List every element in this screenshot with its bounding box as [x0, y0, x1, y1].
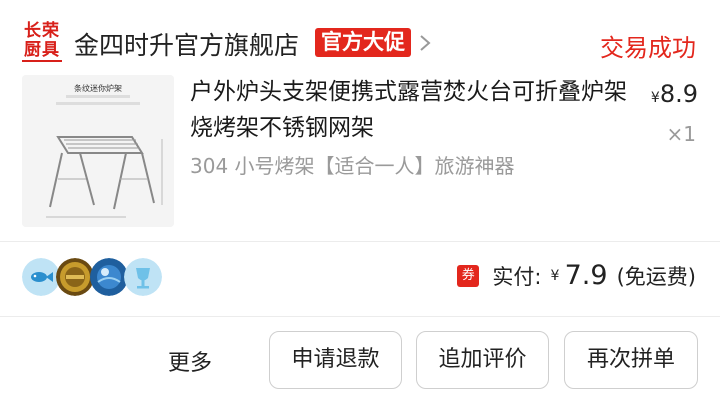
paid-note: (免运费) — [616, 264, 696, 289]
product-quantity: ×1 — [666, 122, 696, 146]
more-actions-button[interactable]: 更多 — [168, 345, 212, 377]
paid-currency: ¥ — [550, 267, 560, 284]
coupon-icon: 券 — [457, 264, 480, 287]
product-title[interactable]: 户外炉头支架便携式露营焚火台可折叠炉架烧烤架不锈钢网架 — [190, 74, 630, 146]
fish-share-icon[interactable] — [22, 258, 60, 296]
request-refund-button[interactable]: 申请退款 — [269, 331, 402, 389]
trophy-cup-icon[interactable] — [124, 258, 162, 296]
blue-orb-icon[interactable] — [90, 258, 128, 296]
order-status: 交易成功 — [600, 34, 696, 62]
shop-logo-line1: 长荣 — [24, 21, 60, 41]
add-review-button[interactable]: 追加评价 — [416, 331, 549, 389]
price-currency: ¥ — [650, 90, 660, 106]
camping-grill-illustration: 条纹迷你炉架 — [22, 75, 174, 227]
promo-badge[interactable]: 官方大促 — [315, 28, 411, 57]
divider — [0, 241, 720, 242]
paid-summary: 券 实付: ¥ 7.9 (免运费) — [457, 260, 696, 296]
gold-coin-icon[interactable] — [56, 258, 94, 296]
product-image-caption: 条纹迷你炉架 — [74, 83, 122, 93]
shop-name[interactable]: 金四时升官方旗舰店 — [74, 26, 299, 62]
shop-logo-line2: 厨具 — [22, 40, 62, 62]
order-header: 长荣 厨具 金四时升官方旗舰店 官方大促 交易成功 — [0, 0, 720, 84]
divider — [0, 316, 720, 317]
buy-again-button[interactable]: 再次拼单 — [564, 331, 698, 389]
chevron-right-icon[interactable] — [418, 33, 432, 53]
price-value: 8.9 — [659, 80, 698, 108]
product-variant: 304 小号烤架【适合一人】旅游神器 — [190, 154, 515, 178]
paid-amount: 7.9 — [564, 260, 608, 291]
product-price: ¥8.9 — [651, 80, 698, 108]
paid-label: 实付: — [492, 264, 542, 289]
shop-logo[interactable]: 长荣 厨具 — [22, 22, 62, 62]
product-image[interactable]: 条纹迷你炉架 — [22, 75, 174, 227]
